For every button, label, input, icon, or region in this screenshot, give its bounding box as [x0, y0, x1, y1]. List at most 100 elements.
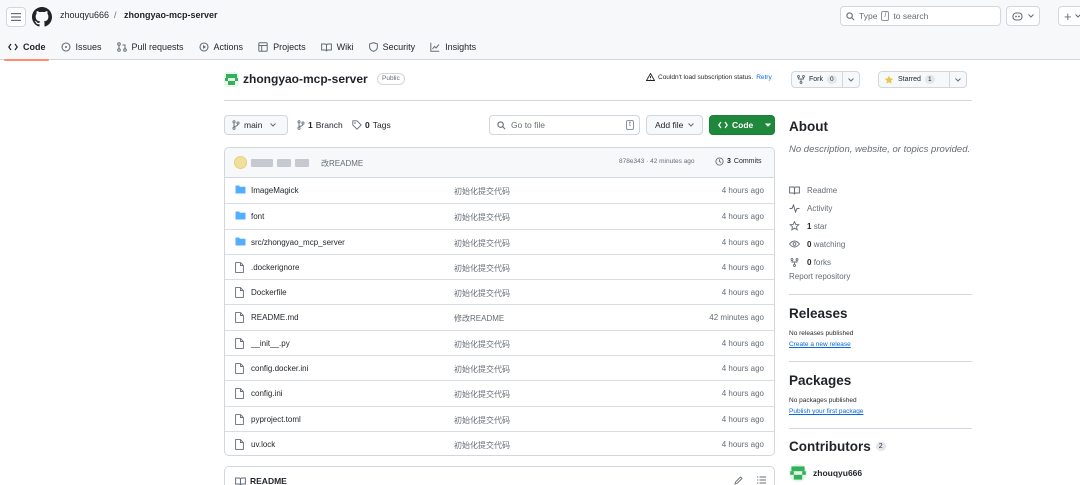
table-row[interactable]: font 初始化提交代码 4 hours ago	[225, 203, 774, 228]
releases-heading[interactable]: Releases	[789, 306, 972, 321]
branches-link[interactable]: 1 Branch	[297, 120, 343, 130]
tab-security[interactable]: Security	[361, 34, 423, 60]
activity-link[interactable]: Activity	[789, 200, 845, 218]
table-row[interactable]: __init__.py 初始化提交代码 4 hours ago	[225, 329, 774, 355]
eye-icon	[789, 240, 800, 248]
copilot-button[interactable]	[1006, 6, 1040, 26]
latest-commit-bar: 改README 878e343 · 42 minutes ago 3 Commi…	[225, 148, 774, 178]
tab-code[interactable]: Code	[0, 34, 53, 61]
file-name[interactable]: Dockerfile	[251, 288, 287, 297]
commit-hash[interactable]: 878e343	[619, 158, 644, 165]
file-name[interactable]: uv.lock	[251, 440, 275, 449]
tab-actions[interactable]: Actions	[191, 34, 251, 60]
readme-title[interactable]: README	[250, 476, 287, 485]
file-commit-message[interactable]: 初始化提交代码	[454, 263, 510, 274]
go-to-file-shortcut: t	[626, 120, 634, 130]
tab-label: Issues	[75, 42, 102, 52]
breadcrumb-owner[interactable]: zhouqyu666	[60, 10, 109, 20]
contributor-item[interactable]: zhouqyu666	[789, 464, 862, 482]
file-icon	[235, 363, 244, 374]
contributor-name: zhouqyu666	[813, 468, 863, 478]
fork-button[interactable]: Fork 0	[792, 72, 842, 87]
file-name[interactable]: ImageMagick	[251, 186, 299, 195]
table-row[interactable]: uv.lock 初始化提交代码 4 hours ago	[225, 430, 774, 455]
watchers-link[interactable]: 0 watching	[789, 235, 845, 253]
tab-issues[interactable]: Issues	[53, 34, 109, 60]
file-commit-message[interactable]: 初始化提交代码	[454, 440, 510, 451]
file-commit-message[interactable]: 初始化提交代码	[454, 389, 510, 400]
file-commit-message[interactable]: 初始化提交代码	[454, 339, 510, 350]
file-commit-time: 4 hours ago	[721, 288, 764, 298]
table-row[interactable]: src/zhongyao_mcp_server 初始化提交代码 4 hours ag…	[225, 228, 774, 254]
file-name[interactable]: config.ini	[251, 389, 283, 398]
tab-insights[interactable]: Insights	[422, 34, 483, 60]
book-icon	[320, 43, 332, 51]
watching-count: 0	[807, 239, 812, 249]
contributors-heading[interactable]: Contributors	[789, 439, 871, 454]
code-button[interactable]: Code	[709, 115, 775, 135]
table-row[interactable]: config.ini 初始化提交代码 4 hours ago	[225, 380, 774, 405]
file-name[interactable]: pyproject.toml	[251, 415, 301, 424]
tag-count: 0	[365, 120, 370, 130]
file-name[interactable]: font	[251, 212, 264, 221]
file-commit-message[interactable]: 修改README	[454, 313, 504, 324]
go-to-file-input[interactable]: Go to file t	[489, 115, 640, 135]
repo-title[interactable]: zhongyao-mcp-server	[243, 72, 368, 86]
search-input[interactable]: Type / to search	[840, 6, 1001, 26]
readme-link[interactable]: Readme	[789, 182, 845, 200]
file-commit-message[interactable]: 初始化提交代码	[454, 288, 510, 299]
stars-text: 1 star	[807, 222, 827, 231]
list-outline-icon[interactable]	[757, 476, 766, 484]
star-button[interactable]: Starred 1	[879, 72, 949, 87]
branch-select-button[interactable]: main	[224, 115, 288, 135]
file-commit-message[interactable]: 初始化提交代码	[454, 364, 510, 375]
menu-button[interactable]	[6, 7, 26, 27]
tab-wiki[interactable]: Wiki	[313, 34, 361, 60]
table-row[interactable]: config.docker.ini 初始化提交代码 4 hours ago	[225, 355, 774, 380]
file-name[interactable]: __init__.py	[251, 339, 290, 348]
search-icon	[497, 120, 506, 129]
commits-history-link[interactable]: 3 Commits	[715, 157, 762, 166]
fork-dropdown-button[interactable]	[841, 72, 859, 87]
search-shortcut-key: /	[881, 11, 890, 21]
table-row[interactable]: README.md 修改README 42 minutes ago	[225, 304, 774, 329]
create-new-button[interactable]: +	[1058, 6, 1080, 26]
repo-nav-tabs: Code Issues Pull requests Actions Projec…	[0, 34, 483, 61]
latest-commit-message[interactable]: 改README	[321, 158, 363, 169]
breadcrumb-separator: /	[114, 10, 117, 20]
tab-pull-requests[interactable]: Pull requests	[109, 34, 191, 60]
file-commit-message[interactable]: 初始化提交代码	[454, 415, 510, 426]
file-name[interactable]: .dockerignore	[251, 263, 299, 272]
table-row[interactable]: pyproject.toml 初始化提交代码 4 hours ago	[225, 405, 774, 431]
retry-link[interactable]: Retry	[756, 74, 772, 81]
star-count: 1	[924, 75, 935, 84]
file-name[interactable]: src/zhongyao_mcp_server	[251, 238, 345, 247]
report-repository-link[interactable]: Report repository	[789, 272, 850, 281]
commit-author-avatar[interactable]	[234, 156, 247, 169]
file-commit-message[interactable]: 初始化提交代码	[454, 212, 510, 223]
pencil-icon[interactable]	[734, 476, 743, 485]
tag-count-label: Tags	[372, 120, 391, 130]
packages-empty-text: No packages published	[789, 397, 857, 404]
file-name[interactable]: config.docker.ini	[251, 364, 308, 373]
tags-link[interactable]: 0 Tags	[352, 120, 391, 130]
github-logo-icon[interactable]	[32, 7, 52, 27]
tab-projects[interactable]: Projects	[250, 34, 313, 60]
forks-link[interactable]: 0 forks	[789, 253, 845, 271]
packages-heading[interactable]: Packages	[789, 373, 972, 388]
add-file-button[interactable]: Add file	[646, 115, 703, 135]
table-row[interactable]: ImageMagick 初始化提交代码 4 hours ago	[225, 178, 774, 203]
file-commit-message[interactable]: 初始化提交代码	[454, 186, 510, 197]
breadcrumb-repo[interactable]: zhongyao-mcp-server	[124, 10, 218, 20]
publish-package-link[interactable]: Publish your first package	[789, 408, 863, 415]
table-row[interactable]: .dockerignore 初始化提交代码 4 hours ago	[225, 253, 774, 279]
tab-label: Security	[382, 42, 416, 52]
star-dropdown-button[interactable]	[949, 72, 966, 87]
stars-link[interactable]: 1 star	[789, 218, 845, 236]
table-row[interactable]: Dockerfile 初始化提交代码 4 hours ago	[225, 279, 774, 304]
file-commit-message[interactable]: 初始化提交代码	[454, 238, 510, 249]
file-name[interactable]: README.md	[251, 313, 299, 322]
repo-owner-avatar[interactable]	[224, 72, 239, 87]
star-icon	[789, 221, 800, 232]
create-release-link[interactable]: Create a new release	[789, 341, 851, 348]
